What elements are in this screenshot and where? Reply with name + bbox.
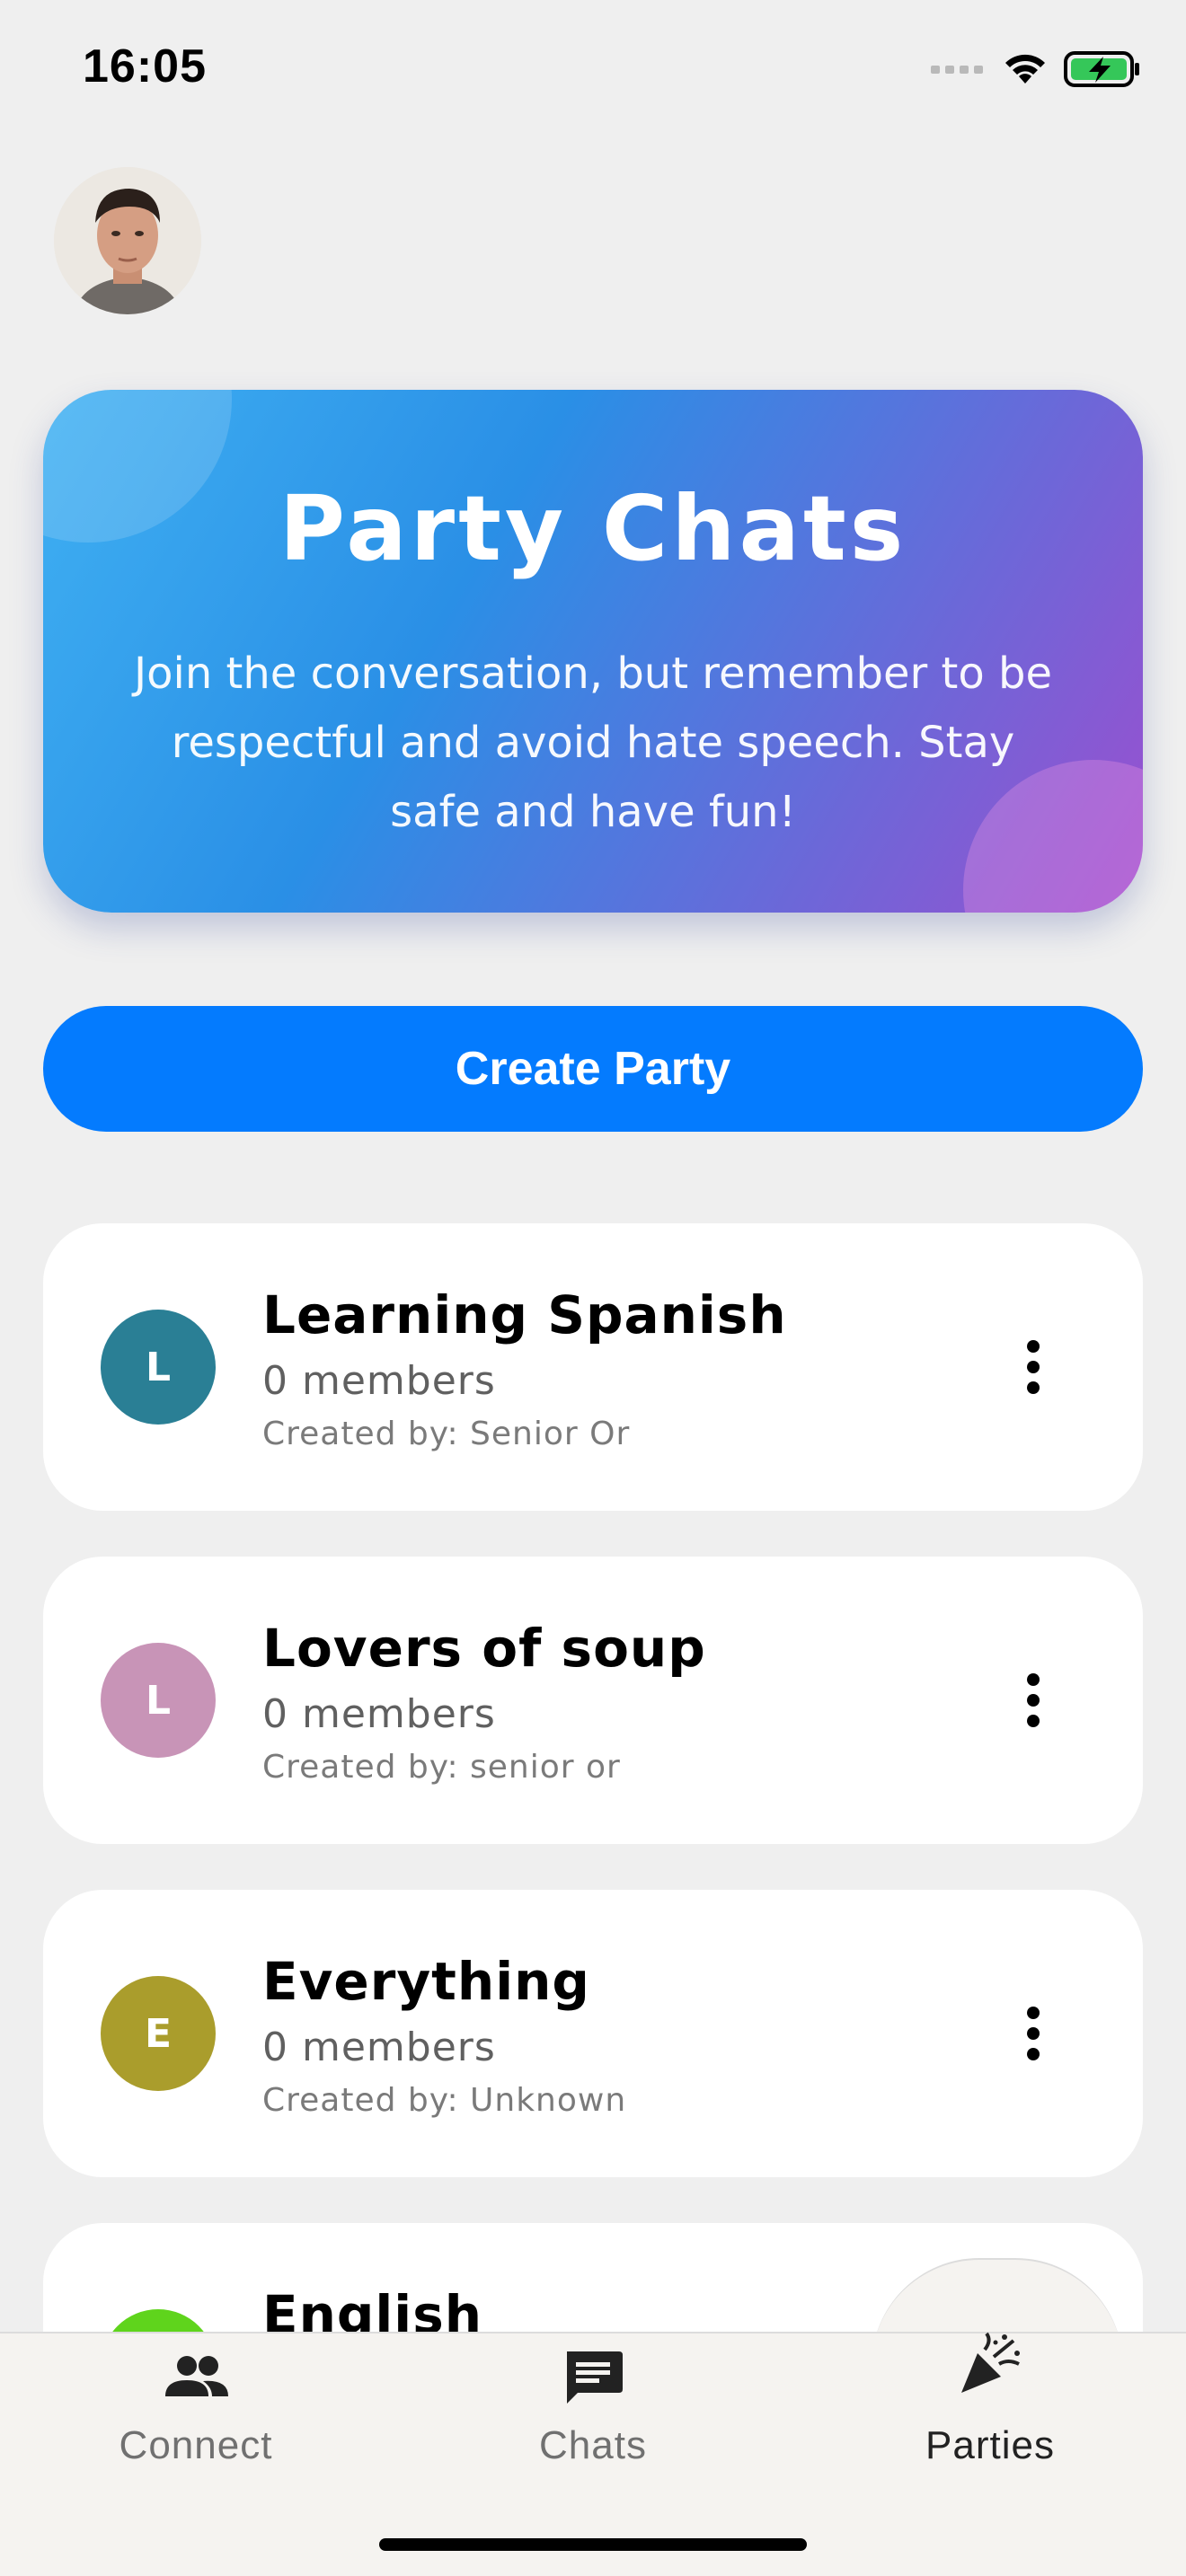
- chat-icon: [567, 2351, 623, 2404]
- party-member-count: 0 members: [262, 2025, 496, 2070]
- party-chats-banner: Party Chats Join the conversation, but r…: [43, 390, 1143, 913]
- party-member-count: 0 members: [262, 1358, 496, 1404]
- banner-title: Party Chats: [279, 476, 907, 581]
- home-indicator[interactable]: [379, 2538, 807, 2551]
- user-avatar-icon: [54, 167, 201, 314]
- status-bar: 16:05: [0, 0, 1186, 144]
- profile-avatar[interactable]: [54, 167, 201, 314]
- party-member-count: 0 members: [262, 1691, 496, 1737]
- create-party-button[interactable]: Create Party: [43, 1006, 1143, 1132]
- party-creator: Created by: Senior Or: [262, 1416, 631, 1452]
- party-card[interactable]: L Lovers of soup 0 members Created by: s…: [43, 1557, 1143, 1844]
- party-popper-icon: [961, 2332, 1020, 2393]
- party-creator: Created by: senior or: [262, 1749, 621, 1786]
- cellular-signal-icon: [931, 66, 983, 74]
- party-avatar: L: [101, 1643, 216, 1758]
- party-name: Lovers of soup: [262, 1618, 706, 1679]
- banner-message: Join the conversation, but remember to b…: [134, 648, 1052, 837]
- status-icons: [931, 50, 1141, 88]
- party-creator: Created by: Unknown: [262, 2082, 627, 2119]
- tab-chats[interactable]: Chats: [458, 2333, 728, 2486]
- status-time: 16:05: [83, 40, 207, 93]
- party-card[interactable]: L Learning Spanish 0 members Created by:…: [43, 1223, 1143, 1511]
- tab-parties[interactable]: Parties: [855, 2332, 1125, 2486]
- tab-chats-label: Chats: [539, 2423, 647, 2467]
- party-name: Everything: [262, 1951, 590, 2012]
- party-name: Learning Spanish: [262, 1284, 787, 1345]
- party-card[interactable]: E Everything 0 members Created by: Unkno…: [43, 1890, 1143, 2177]
- more-options-icon[interactable]: [1022, 2007, 1044, 2060]
- more-options-icon[interactable]: [1022, 1673, 1044, 1727]
- tab-parties-label: Parties: [925, 2423, 1055, 2467]
- party-avatar: E: [101, 1976, 216, 2091]
- battery-charging-icon: [1064, 51, 1139, 87]
- wifi-icon: [1005, 54, 1045, 84]
- more-options-icon[interactable]: [1022, 1340, 1044, 1394]
- people-icon: [165, 2356, 228, 2396]
- tab-connect-label: Connect: [119, 2423, 273, 2467]
- party-avatar: L: [101, 1310, 216, 1425]
- tab-connect[interactable]: Connect: [61, 2333, 331, 2486]
